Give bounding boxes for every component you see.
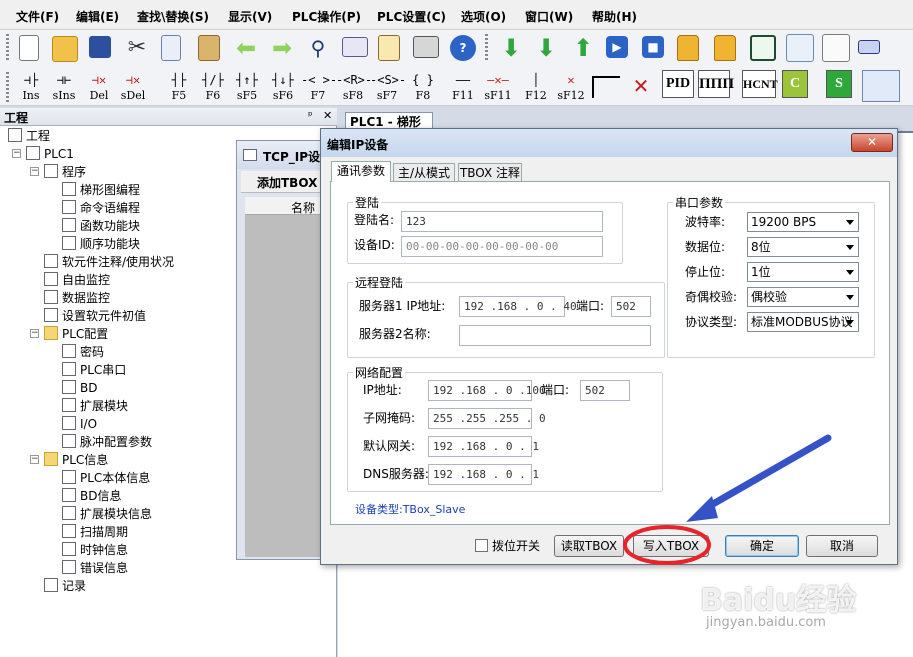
watermark-url: jingyan.baidu.com [706, 615, 826, 630]
annotation-overlay [623, 434, 832, 565]
pointer-arrow-shaft [702, 434, 832, 512]
highlight-circle [623, 525, 711, 565]
tab-comm-params[interactable]: 通讯参数 [331, 161, 391, 182]
watermark-brand: Baidu经验 [700, 583, 857, 618]
